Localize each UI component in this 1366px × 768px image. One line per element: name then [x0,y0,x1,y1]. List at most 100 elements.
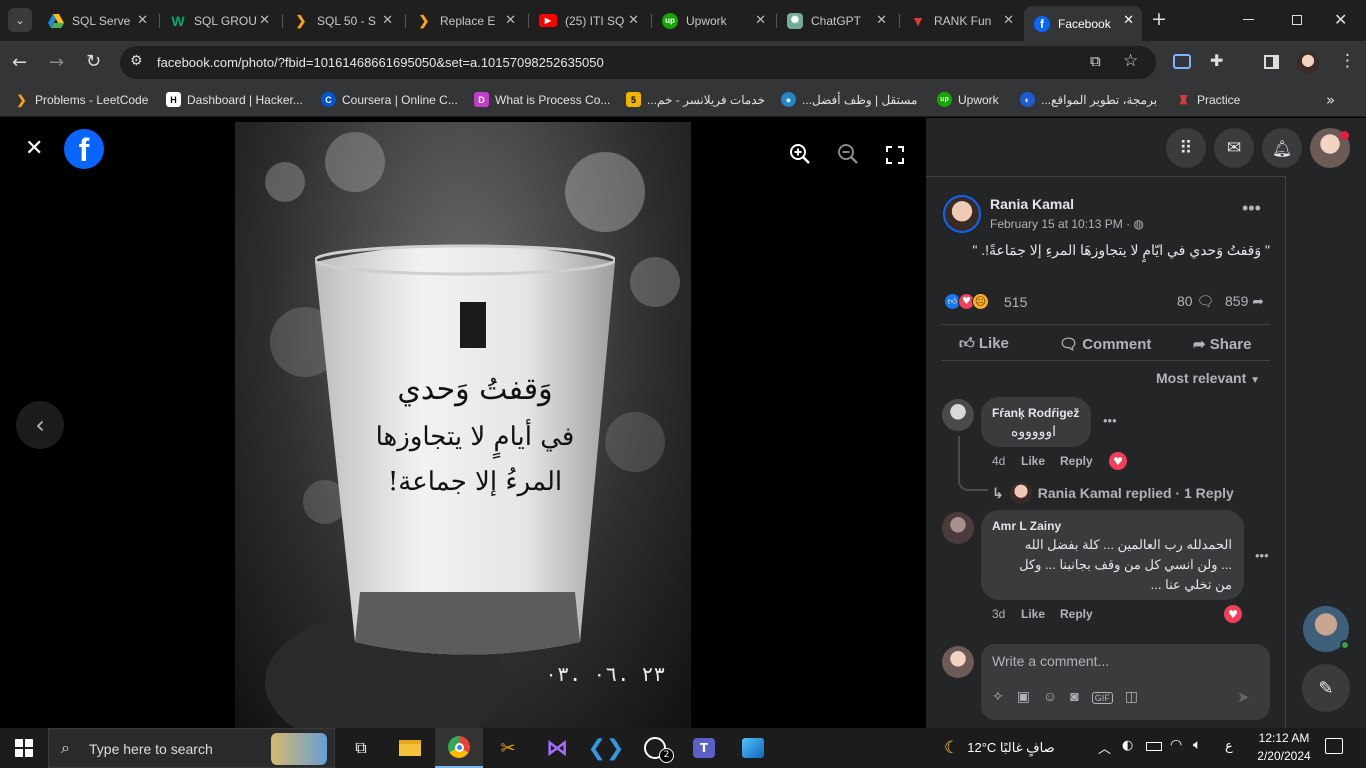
photos-icon[interactable] [729,728,777,768]
messenger-button[interactable]: ✉ [1214,128,1254,168]
file-explorer-icon[interactable] [386,728,434,768]
tab-rank[interactable]: ▼ RANK Fun ✕ [900,6,1022,35]
extensions-icon[interactable]: ✚ [1210,51,1223,70]
close-tab-icon[interactable]: ✕ [876,12,887,28]
bookmark-hackerrank[interactable]: H Dashboard | Hacker... [166,92,303,107]
comment-options-icon[interactable]: ••• [1255,548,1269,563]
install-app-icon[interactable]: ⧉ [1090,52,1101,70]
close-window-icon[interactable]: ✕ [1334,10,1347,29]
restore-icon[interactable] [1292,15,1302,25]
bookmark-programming[interactable]: ◐ برمجة، تطوير المواقع... [1020,92,1157,107]
input-language[interactable]: ع [1225,739,1233,754]
comments-count[interactable]: 80 🗨︎ [1177,293,1214,310]
emoji-icon[interactable]: ☺ [1043,688,1070,704]
post-options-icon[interactable]: ••• [1242,198,1261,219]
comment-age[interactable]: 3d [992,607,1005,621]
comment-age[interactable]: 4d [992,454,1005,468]
wifi-icon[interactable]: ◠ [1170,737,1182,753]
close-tab-icon[interactable]: ✕ [1123,12,1134,28]
facebook-logo[interactable]: f [64,129,104,169]
vscode-icon[interactable]: ❮❯ [582,728,630,768]
site-settings-icon[interactable]: ⚙ [130,53,143,69]
start-button[interactable] [0,728,48,768]
zoom-in-icon[interactable] [788,142,812,170]
tab-upwork[interactable]: up Upwork ✕ [652,6,774,35]
bookmark-freelancer[interactable]: 5 خدمات فريلانسر - خم... [626,92,765,107]
new-tab-icon[interactable]: + [1151,8,1167,30]
comment-reply-link[interactable]: Reply [1060,454,1093,468]
close-tab-icon[interactable]: ✕ [382,12,393,28]
send-icon[interactable]: ➤ [1237,688,1250,706]
love-reaction-icon[interactable]: ♥ [1224,605,1242,623]
taskbar-search[interactable]: ⌕ Type here to search [48,728,335,768]
side-panel-icon[interactable] [1264,55,1279,69]
close-viewer-icon[interactable]: ✕ [25,136,43,161]
tab-sql-server[interactable]: SQL Serve ✕ [38,6,156,35]
close-tab-icon[interactable]: ✕ [137,12,148,28]
tab-facebook[interactable]: f Facebook ✕ [1024,6,1142,41]
previous-photo-button[interactable]: ‹ [16,401,64,449]
profile-avatar[interactable] [1297,52,1319,74]
post-timestamp[interactable]: February 15 at 10:13 PM · ◍ [990,217,1144,231]
clock-time[interactable]: 12:12 AM [1256,731,1312,745]
teams-icon[interactable]: T [680,728,728,768]
tab-sql-50[interactable]: ❯ SQL 50 - S ✕ [283,6,401,35]
comment-sort-dropdown[interactable]: Most relevant ▼ [1156,370,1260,386]
snipping-tool-icon[interactable]: ✂ [484,728,532,768]
tab-chatgpt[interactable]: ✺ ChatGPT ✕ [777,6,895,35]
bookmark-practice[interactable]: ♜ Practice [1176,92,1240,107]
sticker-icon[interactable]: ▣ [1017,688,1043,704]
commenter-avatar[interactable] [942,512,974,544]
screen-capture-icon[interactable] [1173,54,1191,69]
my-avatar[interactable] [942,646,974,678]
tab-sql-group[interactable]: W SQL GROU ✕ [160,6,278,35]
meet-now-icon[interactable]: ◐ [1122,738,1133,753]
author-avatar[interactable] [943,195,981,233]
visual-studio-icon[interactable]: ⋈ [533,728,581,768]
notification-center-icon[interactable] [1325,738,1343,754]
bookmark-star-icon[interactable]: ☆ [1123,51,1138,71]
view-replies-link[interactable]: ↳ Rania Kamal replied · 1 Reply [992,482,1234,504]
battery-icon[interactable] [1146,742,1162,751]
author-name[interactable]: Rania Kamal [990,196,1074,212]
shares-count[interactable]: 859 ➦ [1225,293,1264,310]
back-icon[interactable]: ← [12,52,27,73]
task-view-icon[interactable]: ⧉ [337,728,385,768]
volume-icon[interactable]: 🔈︎ [1193,737,1201,753]
menu-icon[interactable]: ⋮ [1339,51,1356,71]
fullscreen-icon[interactable] [886,146,904,168]
minimize-icon[interactable] [1243,19,1254,20]
comment-input-placeholder[interactable]: Write a comment... [992,653,1109,669]
like-button[interactable]: 👍︎ Like [959,335,1009,353]
more-bookmarks-icon[interactable]: » [1326,91,1335,109]
love-reaction-icon[interactable]: ♥ [1109,452,1127,470]
comment-like-link[interactable]: Like [1021,454,1045,468]
notifications-button[interactable]: 🔔︎ [1262,128,1302,168]
sticker-face-icon[interactable]: ◫ [1125,688,1151,704]
reload-icon[interactable]: ↻ [86,51,101,72]
zoom-out-icon[interactable] [836,142,860,170]
comment-reply-link[interactable]: Reply [1060,607,1093,621]
bookmark-coursera[interactable]: C Coursera | Online C... [321,92,458,107]
reactions-count[interactable]: 515 [1004,294,1027,310]
tab-replace[interactable]: ❯ Replace E ✕ [406,6,524,35]
tab-search-button[interactable]: ⌄ [8,8,32,32]
close-tab-icon[interactable]: ✕ [628,12,639,28]
comment-like-link[interactable]: Like [1021,607,1045,621]
new-message-button[interactable]: ✎ [1302,664,1350,712]
tab-youtube[interactable]: ▶ (25) ITI SQ ✕ [529,6,647,35]
close-tab-icon[interactable]: ✕ [1003,12,1014,28]
weather-widget[interactable]: ☾ 12°C صافٍ غالبًا [944,738,1055,758]
avatar-sticker-icon[interactable]: ✧ [992,688,1017,704]
comment-author[interactable]: Fŕanķ Rodŕigež [992,406,1079,420]
chrome-icon[interactable] [435,728,483,768]
commenter-avatar[interactable] [942,399,974,431]
bookmark-mostaql[interactable]: ● مستقل | وظف أفضل... [781,92,917,107]
comment-author[interactable]: Amr L Zainy [992,519,1061,533]
comment-options-icon[interactable]: ••• [1103,413,1117,428]
forward-icon[interactable]: → [49,52,64,73]
bookmark-process[interactable]: D What is Process Co... [474,92,610,107]
gif-icon[interactable]: GIF [1091,692,1113,704]
close-tab-icon[interactable]: ✕ [505,12,516,28]
share-button[interactable]: ➦ Share [1193,335,1251,353]
